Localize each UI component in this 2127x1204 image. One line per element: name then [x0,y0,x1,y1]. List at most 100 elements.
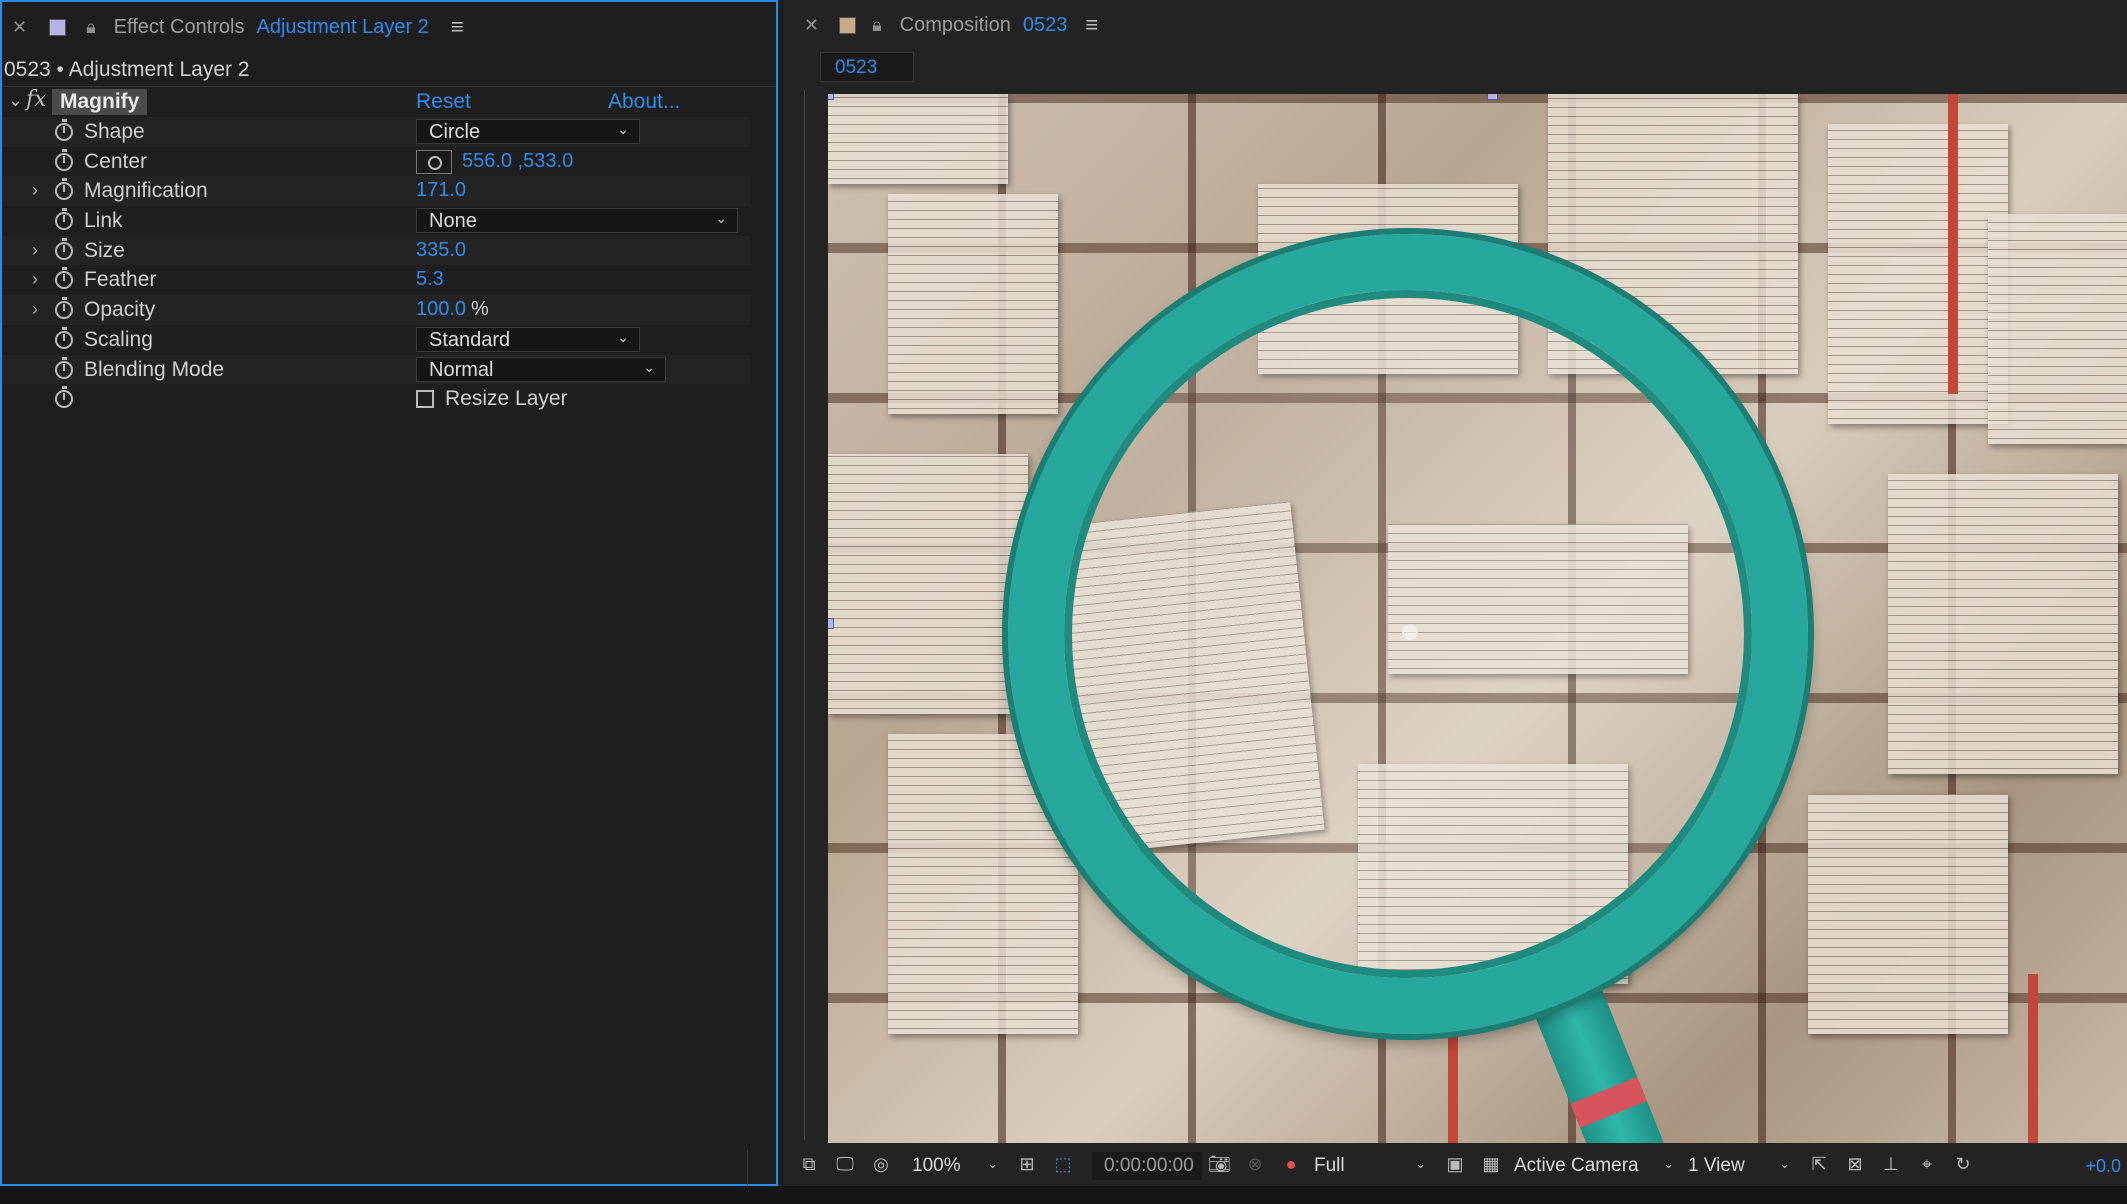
chevron-down-icon: ⌄ [617,328,629,345]
stopwatch-icon[interactable] [55,297,73,320]
lock-icon[interactable]: 🔒︎ [86,17,96,38]
property-row-center: Center 556.0 ,533.0 [2,147,750,177]
chevron-right-icon[interactable]: › [32,269,46,290]
stopwatch-icon[interactable] [55,208,73,231]
dropdown-value: None [429,210,477,233]
book-spine [1448,1034,1458,1143]
point-picker-icon[interactable] [416,149,452,174]
stopwatch-icon[interactable] [55,148,73,171]
composition-tab[interactable]: ✕ 🔒︎ Composition 0523 ≡ [784,0,2127,50]
stopwatch-icon[interactable] [55,326,73,349]
divider [804,90,805,1140]
chevron-down-icon: ⌄ [1663,1156,1674,1171]
property-row-feather: › Feather 5.3 [2,265,750,295]
property-label: Opacity [84,298,156,322]
book-page [1808,794,2008,1034]
chevron-right-icon[interactable]: › [32,299,46,320]
chevron-right-icon[interactable]: › [32,180,46,201]
resolution-value: Full [1314,1155,1345,1176]
center-value[interactable]: 556.0 ,533.0 [462,150,573,173]
stopwatch-icon[interactable] [55,267,73,290]
layer-handle[interactable] [828,618,834,629]
about-button[interactable]: About... [608,90,680,114]
effect-name[interactable]: Magnify [52,89,148,115]
tab-comp-name[interactable]: 0523 [1023,14,1068,37]
book-page [1888,474,2118,774]
layer-handle[interactable] [828,94,834,100]
magnifier-handle-band [1570,1076,1647,1128]
timeline-icon[interactable]: ⊥ [1880,1154,1902,1176]
fast-preview-toggle-icon[interactable]: ⊠ [1844,1154,1866,1176]
reset-button[interactable]: Reset [416,90,471,114]
composition-viewer[interactable] [828,94,2127,1143]
opacity-value[interactable]: 100.0 [416,298,466,321]
property-label: Feather [84,268,157,292]
stopwatch-icon[interactable] [55,356,73,379]
fast-preview-icon[interactable]: ▣ [1444,1154,1466,1176]
resize-layer-label: Resize Layer [445,387,568,411]
stopwatch-icon[interactable] [55,386,73,409]
property-row-size: › Size 335.0 [2,235,750,266]
exposure-value[interactable]: +0.0 [2085,1156,2121,1177]
link-dropdown[interactable]: None ⌄ [416,208,738,234]
always-preview-icon[interactable]: ⧉ [798,1154,820,1176]
shape-dropdown[interactable]: Circle ⌄ [416,119,640,144]
feather-value[interactable]: 5.3 [416,268,444,291]
transparency-grid-icon[interactable]: ▦ [1480,1154,1502,1176]
composition-panel: ✕ 🔒︎ Composition 0523 ≡ 0523 ⧉ 🖵︎ ◎ 100%… [784,0,2127,1186]
resize-layer-checkbox[interactable] [416,390,434,409]
scaling-dropdown[interactable]: Standard ⌄ [416,326,640,352]
property-label: Link [84,209,123,233]
blending-mode-dropdown[interactable]: Normal ⌄ [416,356,666,382]
book-page [828,94,1008,184]
monitor-icon[interactable]: 🖵︎ [834,1154,856,1176]
layer-path: 0523 • Adjustment Layer 2 [4,58,250,81]
property-row-scaling: Scaling Standard ⌄ [2,325,750,355]
lock-icon[interactable]: 🔒︎ [872,15,882,36]
stopwatch-icon[interactable] [55,119,73,141]
timecode-field[interactable]: 0:00:00:00 [1092,1152,1202,1180]
property-label: Blending Mode [84,357,225,381]
property-label: Magnification [84,179,208,203]
grid-icon[interactable]: ⊞ [1016,1154,1038,1176]
zoom-dropdown[interactable]: 100% ⌄ [912,1152,998,1180]
chevron-right-icon[interactable]: › [32,240,46,261]
panel-menu-icon[interactable]: ≡ [1085,12,1098,38]
chevron-down-icon[interactable]: ⌄ [8,90,23,111]
tab-layer-name[interactable]: Adjustment Layer 2 [256,16,428,39]
view-layout-dropdown[interactable]: 1 View ⌄ [1688,1152,1790,1180]
magnification-value[interactable]: 171.0 [416,179,466,202]
property-label: Center [84,149,148,173]
camera-dropdown[interactable]: Active Camera ⌄ [1514,1152,1674,1180]
book-page [1988,214,2127,444]
effect-controls-panel: ✕ 🔒︎ Effect Controls Adjustment Layer 2 … [0,0,778,1186]
effect-controls-tab[interactable]: ✕ 🔒︎ Effect Controls Adjustment Layer 2 … [2,2,776,52]
fx-icon[interactable]: fx [26,87,47,112]
effect-center-point[interactable] [1402,624,1418,640]
property-row-link: Link None ⌄ [2,206,750,236]
scrollbar[interactable] [747,1150,748,1186]
book-page [888,194,1058,414]
pixel-aspect-icon[interactable]: ⇱ [1808,1154,1830,1176]
app-window: ✕ 🔒︎ Effect Controls Adjustment Layer 2 … [0,0,2127,1204]
layer-color-swatch [49,18,67,36]
close-icon[interactable]: ✕ [804,15,819,36]
chevron-down-icon: ⌄ [617,121,629,137]
channel-icon[interactable]: ● [1280,1154,1302,1176]
size-value[interactable]: 335.0 [416,239,466,262]
camera-icon[interactable]: 📷︎ [1208,1154,1231,1176]
stopwatch-icon[interactable] [55,178,73,201]
panel-menu-icon[interactable]: ≡ [451,14,464,40]
flowchart-icon[interactable]: ⌖ [1916,1154,1938,1176]
property-label: Shape [84,120,145,143]
resolution-dropdown[interactable]: Full ⌄ [1314,1152,1426,1180]
reset-exposure-icon[interactable]: ↻ [1952,1154,1974,1176]
close-icon[interactable]: ✕ [12,17,27,38]
mask-icon[interactable]: ◎ [870,1154,892,1176]
comp-name-tab[interactable]: 0523 [820,52,914,82]
layer-handle[interactable] [1487,94,1498,100]
stopwatch-icon[interactable] [55,237,73,260]
show-snapshot-icon[interactable]: ⊗ [1244,1154,1266,1176]
dropdown-value: Circle [429,121,481,143]
region-of-interest-icon[interactable]: ⬚ [1052,1154,1074,1176]
